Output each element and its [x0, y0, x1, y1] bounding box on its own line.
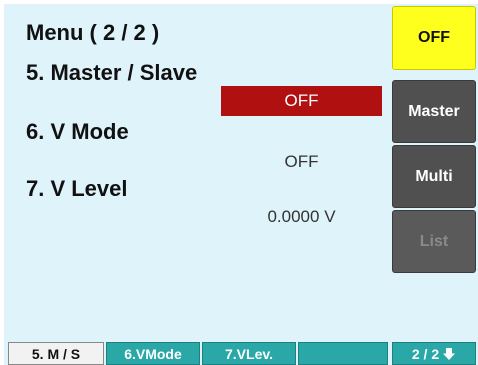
- param-label-v-mode[interactable]: 6. V Mode: [26, 119, 129, 145]
- value-v-mode[interactable]: OFF: [221, 152, 382, 172]
- param-label-master-slave[interactable]: 5. Master / Slave: [26, 60, 197, 86]
- tab-empty[interactable]: [298, 342, 388, 365]
- bottom-tab-bar: 5. M / S 6.VMode 7.VLev. 2 / 2: [4, 338, 478, 365]
- down-arrow-icon: [443, 347, 456, 360]
- softkey-multi[interactable]: Multi: [392, 145, 476, 208]
- value-v-level[interactable]: 0.0000 V: [221, 207, 382, 227]
- menu-title: Menu ( 2 / 2 ): [26, 20, 160, 45]
- value-master-slave[interactable]: OFF: [221, 86, 382, 116]
- tab-v-mode[interactable]: 6.VMode: [106, 342, 200, 365]
- tab-master-slave[interactable]: 5. M / S: [8, 342, 104, 365]
- tab-page-indicator[interactable]: 2 / 2: [392, 342, 476, 365]
- tab-v-level[interactable]: 7.VLev.: [202, 342, 296, 365]
- param-label-v-level[interactable]: 7. V Level: [26, 176, 128, 202]
- softkey-off[interactable]: OFF: [392, 6, 476, 70]
- page-indicator-label: 2 / 2: [411, 345, 440, 362]
- softkey-master[interactable]: Master: [392, 80, 476, 143]
- instrument-screen: Menu ( 2 / 2 ) 5. Master / Slave 6. V Mo…: [4, 4, 478, 365]
- softkey-list[interactable]: List: [392, 210, 476, 273]
